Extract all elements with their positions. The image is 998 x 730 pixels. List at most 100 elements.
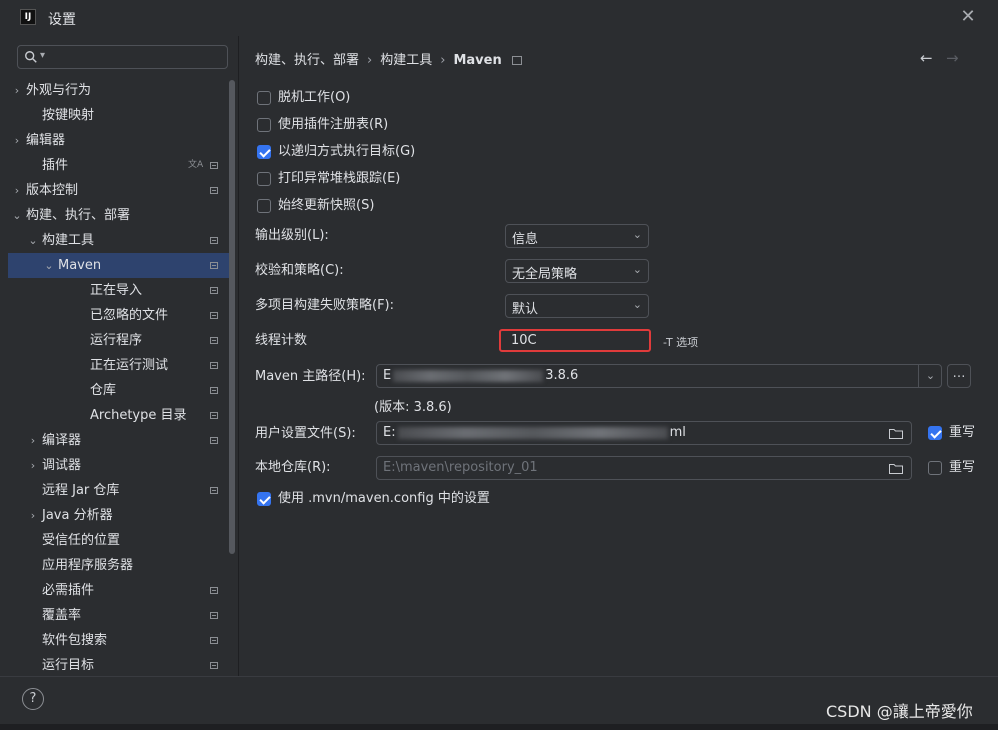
back-arrow-icon[interactable]: ←: [920, 49, 933, 67]
sidebar-item[interactable]: 远程 Jar 仓库: [8, 478, 230, 503]
chevron-down-icon: ⌄: [632, 228, 642, 241]
chevron-down-icon[interactable]: ⌄: [10, 203, 24, 228]
sidebar-item[interactable]: › 编译器: [8, 428, 230, 453]
sidebar-item[interactable]: ⌄ Maven: [8, 253, 230, 278]
sidebar-item[interactable]: 已忽略的文件: [8, 303, 230, 328]
output-level-select[interactable]: 信息 ⌄: [505, 224, 649, 248]
user-settings-input[interactable]: E: ml: [376, 421, 912, 445]
checkbox-box[interactable]: [257, 199, 271, 213]
search-icon: [25, 51, 37, 63]
project-scope-icon: [511, 56, 522, 65]
sidebar-item-label: 软件包搜索: [42, 633, 108, 648]
thread-count-label: 线程计数: [255, 333, 308, 348]
checkbox-box[interactable]: [928, 461, 942, 475]
chevron-down-icon[interactable]: ⌄: [42, 253, 56, 278]
checksum-policy-select[interactable]: 无全局策略 ⌄: [505, 259, 649, 283]
forward-arrow-icon[interactable]: →: [946, 49, 959, 67]
chevron-down-icon[interactable]: ⌄: [26, 228, 40, 253]
sidebar-item[interactable]: 覆盖率: [8, 603, 230, 628]
settings-sidebar: ▾ › 外观与行为 按键映射 › 编辑器 插件 文A › 版本控制 ⌄ 构建、执行、部署 ⌄ 构建工具 ⌄…: [0, 36, 238, 676]
checkbox-label: 打印异常堆栈跟踪(E): [278, 171, 401, 186]
sidebar-item[interactable]: ⌄ 构建、执行、部署: [8, 203, 230, 228]
sidebar-item[interactable]: 受信任的位置: [8, 528, 230, 553]
sidebar-item[interactable]: › 版本控制: [8, 178, 230, 203]
search-input[interactable]: ▾: [17, 45, 228, 69]
thread-count-input[interactable]: 10C: [499, 329, 651, 352]
window-title: 设置: [48, 12, 76, 28]
checkbox-box[interactable]: [928, 426, 942, 440]
maven-home-value: E 3.8.6: [383, 368, 579, 383]
folder-icon[interactable]: [889, 428, 903, 439]
checkbox-box[interactable]: [257, 145, 271, 159]
chevron-right-icon[interactable]: ›: [26, 428, 40, 453]
help-icon[interactable]: ?: [22, 688, 44, 710]
project-scope-icon: [210, 362, 218, 369]
sidebar-item[interactable]: 正在运行测试: [8, 353, 230, 378]
breadcrumb: 构建、执行、部署 › 构建工具 › Maven: [255, 49, 522, 68]
watermark: CSDN @讓上帝愛你: [826, 702, 973, 721]
sidebar-item-label: Maven: [58, 258, 102, 273]
multiproject-failure-value: 默认: [512, 302, 539, 317]
project-scope-icon: [210, 662, 218, 669]
sidebar-item-label: 仓库: [90, 383, 117, 398]
local-repo-value: E:\maven\repository_01: [383, 460, 538, 475]
sidebar-item[interactable]: › 外观与行为: [8, 78, 230, 103]
maven-home-combo[interactable]: E 3.8.6: [376, 364, 942, 388]
sidebar-item-label: 远程 Jar 仓库: [42, 483, 120, 498]
sidebar-item-label: Archetype 目录: [90, 408, 187, 423]
breadcrumb-separator: ›: [367, 53, 373, 68]
sidebar-item-label: 必需插件: [42, 583, 95, 598]
project-scope-icon: [210, 262, 218, 269]
sidebar-item[interactable]: 运行程序: [8, 328, 230, 353]
sidebar-item-label: 运行目标: [42, 658, 95, 673]
maven-home-label: Maven 主路径(H):: [255, 369, 366, 384]
sidebar-item[interactable]: 插件 文A: [8, 153, 230, 178]
breadcrumb-item-build-tools[interactable]: 构建工具: [380, 53, 432, 68]
chevron-right-icon[interactable]: ›: [10, 78, 24, 103]
multiproject-failure-select[interactable]: 默认 ⌄: [505, 294, 649, 318]
translate-icon: 文A: [188, 160, 204, 170]
sidebar-item[interactable]: 运行目标: [8, 653, 230, 678]
project-scope-icon: [210, 587, 218, 594]
sidebar-scrollbar[interactable]: [229, 80, 235, 554]
sidebar-item-label: 覆盖率: [42, 608, 82, 623]
chevron-down-icon[interactable]: ⌄: [918, 364, 942, 388]
local-repo-input[interactable]: E:\maven\repository_01: [376, 456, 912, 480]
sidebar-item[interactable]: 按键映射: [8, 103, 230, 128]
checkbox-box[interactable]: [257, 492, 271, 506]
sidebar-item[interactable]: 软件包搜索: [8, 628, 230, 653]
checkbox-box[interactable]: [257, 91, 271, 105]
thread-count-hint: -T 选项: [663, 336, 699, 349]
checkbox-label: 脱机工作(O): [278, 90, 351, 105]
chevron-right-icon[interactable]: ›: [26, 453, 40, 478]
close-icon[interactable]: ✕: [958, 7, 978, 27]
project-scope-icon: [210, 412, 218, 419]
chevron-right-icon[interactable]: ›: [10, 178, 24, 203]
checkbox-box[interactable]: [257, 172, 271, 186]
background-editor-strip: [0, 724, 998, 730]
sidebar-item[interactable]: › 编辑器: [8, 128, 230, 153]
sidebar-item[interactable]: 正在导入: [8, 278, 230, 303]
breadcrumb-item-build[interactable]: 构建、执行、部署: [255, 53, 359, 68]
sidebar-item-label: 编译器: [42, 433, 82, 448]
chevron-down-icon: ⌄: [632, 298, 642, 311]
sidebar-item-label: 应用程序服务器: [42, 558, 134, 573]
checkbox-box[interactable]: [257, 118, 271, 132]
folder-icon[interactable]: [889, 463, 903, 474]
sidebar-item[interactable]: 仓库: [8, 378, 230, 403]
sidebar-item[interactable]: › 调试器: [8, 453, 230, 478]
app-logo-icon: IJ: [20, 9, 36, 25]
chevron-right-icon[interactable]: ›: [10, 128, 24, 153]
sidebar-item[interactable]: ⌄ 构建工具: [8, 228, 230, 253]
sidebar-item[interactable]: 应用程序服务器: [8, 553, 230, 578]
chevron-right-icon[interactable]: ›: [26, 503, 40, 528]
sidebar-item-label: 编辑器: [26, 133, 66, 148]
browse-button[interactable]: …: [947, 364, 971, 388]
search-dropdown-icon[interactable]: ▾: [40, 50, 45, 61]
sidebar-item-label: 插件: [42, 158, 69, 173]
sidebar-item[interactable]: › Java 分析器: [8, 503, 230, 528]
sidebar-item-label: 已忽略的文件: [90, 308, 169, 323]
sidebar-item[interactable]: 必需插件: [8, 578, 230, 603]
sidebar-item-label: 运行程序: [90, 333, 143, 348]
sidebar-item[interactable]: Archetype 目录: [8, 403, 230, 428]
